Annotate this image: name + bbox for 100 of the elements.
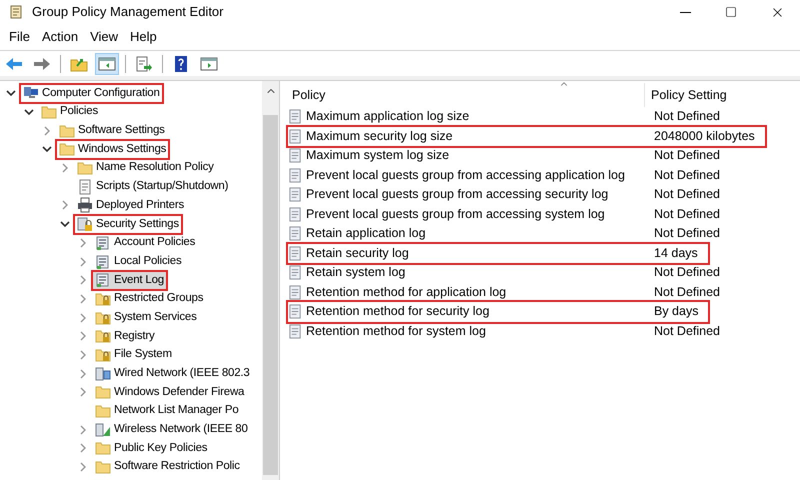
policy-item-icon — [288, 304, 303, 320]
table-row[interactable]: Retain security log 14 days — [288, 244, 708, 263]
expand-chevron-icon[interactable] — [78, 424, 88, 435]
table-row[interactable]: Retention method for application log Not Defined — [288, 282, 730, 302]
policy-item-icon — [288, 206, 303, 222]
collapse-chevron-icon[interactable] — [24, 107, 34, 118]
expand-chevron-icon[interactable] — [78, 256, 88, 267]
tree-item[interactable]: Scripts (Startup/Shutdown) — [75, 178, 230, 196]
table-row[interactable]: Prevent local guests group from accessing system log Not Defined — [288, 204, 730, 224]
table-cell-text: Prevent local guests group from accessing security log — [306, 186, 608, 204]
table-row[interactable]: Retention method for system log Not Defined — [288, 322, 730, 341]
export-list-icon — [135, 56, 153, 72]
policy-item-icon — [288, 324, 303, 339]
tree-item[interactable]: Event Log — [93, 272, 166, 289]
expand-chevron-icon[interactable] — [78, 275, 88, 286]
expand-chevron-icon[interactable] — [60, 200, 70, 210]
tree-item[interactable]: Security Settings — [75, 216, 181, 233]
tree-item[interactable]: Restricted Groups — [93, 290, 206, 308]
scrollbar[interactable] — [262, 81, 279, 480]
tree-item[interactable]: Software Restriction Polic — [93, 458, 242, 476]
table-row[interactable]: Maximum security log size 2048000 kilobytes — [288, 126, 765, 146]
column-header[interactable]: Policy Setting — [644, 83, 727, 107]
folder-icon — [95, 440, 111, 456]
toolbar-button[interactable] — [95, 52, 119, 74]
window-title: Group Policy Management Editor — [32, 3, 224, 22]
tree-item[interactable]: Local Policies — [93, 252, 184, 270]
table-row[interactable]: Maximum application log size Not Defined — [288, 107, 730, 126]
collapse-chevron-icon[interactable] — [60, 219, 70, 230]
policy-item-icon — [288, 284, 303, 300]
menu-item[interactable]: Help — [125, 27, 162, 47]
scrollbar-thumb[interactable] — [263, 115, 278, 475]
policy-item-icon — [288, 109, 303, 124]
forward-arrow-icon — [33, 56, 51, 72]
table-cell-text: Retention method for system log — [306, 322, 486, 340]
policy-item-icon — [288, 246, 303, 261]
tree-item[interactable]: Deployed Printers — [75, 196, 186, 214]
table-cell-text: Retention method for application log — [306, 284, 506, 301]
table-row[interactable]: Retain application log Not Defined — [288, 224, 730, 244]
printer-icon — [77, 197, 93, 214]
table-cell-text: 14 days — [653, 244, 699, 262]
expand-chevron-icon[interactable] — [60, 163, 70, 174]
policy-item-icon — [288, 226, 303, 242]
locked-folder-icon — [95, 328, 111, 344]
expand-chevron-icon[interactable] — [78, 443, 88, 454]
expand-chevron-icon[interactable] — [78, 387, 88, 398]
collapse-chevron-icon[interactable] — [6, 88, 16, 98]
policy-item-icon — [288, 168, 303, 183]
tree-item[interactable]: Windows Defender Firewa — [93, 384, 246, 401]
table-row[interactable]: Retain system log Not Defined — [288, 263, 730, 282]
table-row[interactable]: Prevent local guests group from accessing application log Not Defined — [288, 166, 730, 185]
policy-icon — [95, 234, 111, 251]
expand-chevron-icon[interactable] — [78, 312, 88, 323]
table-cell-text: Not Defined — [653, 284, 722, 301]
back-arrow-icon — [5, 56, 23, 72]
table-row[interactable]: Prevent local guests group from accessing security log Not Defined — [288, 185, 730, 204]
tree-item[interactable]: Wired Network (IEEE 802.3 — [93, 365, 252, 382]
policy-item-icon — [288, 148, 303, 164]
folder-icon — [95, 459, 111, 476]
folder-icon — [77, 160, 93, 176]
table-cell-text: By days — [653, 303, 700, 320]
collapse-chevron-icon[interactable] — [42, 144, 52, 154]
table-row[interactable]: Maximum system log size Not Defined — [288, 146, 730, 166]
menu-item[interactable]: Action — [36, 27, 84, 47]
tree-pane-icon — [98, 56, 116, 72]
tree-item[interactable]: Public Key Policies — [93, 440, 210, 458]
column-header[interactable]: Policy — [288, 86, 644, 104]
tree-item[interactable]: System Services — [93, 308, 199, 326]
tree-item[interactable]: Account Policies — [93, 234, 198, 252]
tree-item[interactable]: Windows Settings — [57, 140, 168, 158]
tree-item[interactable]: Registry — [93, 328, 157, 345]
expand-chevron-icon[interactable] — [78, 462, 88, 472]
table-cell-text: Prevent local guests group from accessing application log — [306, 166, 625, 184]
table-cell-text: Maximum security log size — [306, 128, 453, 145]
folder-icon — [95, 384, 111, 400]
tree-item[interactable]: File System — [93, 346, 174, 364]
expand-chevron-icon[interactable] — [78, 368, 88, 379]
locked-folder-icon — [95, 310, 111, 326]
tree-item[interactable]: Name Resolution Policy — [75, 159, 216, 177]
expand-chevron-icon[interactable] — [78, 238, 88, 248]
tree-item[interactable]: Policies — [39, 103, 100, 121]
network-icon — [95, 366, 111, 382]
scroll-icon — [8, 4, 24, 20]
locked-folder-icon — [95, 290, 111, 307]
table-cell-text: Not Defined — [653, 322, 722, 340]
expand-chevron-icon[interactable] — [78, 294, 88, 304]
expand-chevron-icon[interactable] — [42, 126, 52, 136]
tree-item[interactable]: Network List Manager Po — [93, 402, 241, 420]
wireless-network-icon — [95, 422, 111, 438]
tree-item[interactable]: Software Settings — [57, 122, 167, 140]
tree-item[interactable]: Computer Configuration — [21, 84, 162, 102]
menu-item[interactable]: File — [4, 27, 35, 47]
menu-item[interactable]: View — [85, 27, 124, 47]
expand-chevron-icon[interactable] — [78, 350, 88, 360]
expand-chevron-icon[interactable] — [78, 331, 88, 342]
table-cell-text: Not Defined — [653, 166, 722, 184]
policy-icon — [95, 254, 111, 270]
maximize-icon — [725, 6, 737, 18]
table-row[interactable]: Retention method for security log By days — [288, 302, 708, 322]
tree-item[interactable]: Wireless Network (IEEE 80 — [93, 421, 250, 438]
locked-folder-icon — [95, 346, 111, 363]
